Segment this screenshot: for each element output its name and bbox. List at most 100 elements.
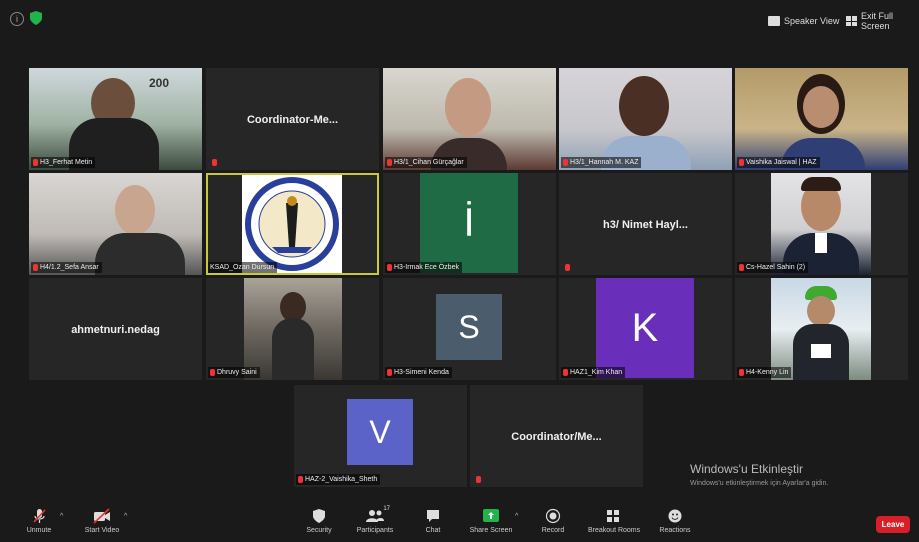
leave-button[interactable]: Leave xyxy=(876,516,910,533)
unmute-button[interactable]: Unmute xyxy=(14,508,64,534)
participants-label: Participants xyxy=(356,527,394,534)
muted-mic-icon xyxy=(739,369,744,376)
share-screen-button[interactable]: Share Screen xyxy=(466,508,516,534)
chat-button[interactable]: Chat xyxy=(408,508,458,534)
avatar-letter: S xyxy=(458,309,480,345)
breakout-rooms-label: Breakout Rooms xyxy=(588,527,641,534)
participant-display-name: h3/ Nimet Hayl... xyxy=(603,218,688,231)
top-bar: i Speaker View Exit Full Screen xyxy=(0,0,919,40)
participant-name: H3-Simeni Kenda xyxy=(394,369,449,376)
muted-mic-icon xyxy=(212,159,217,166)
participant-name: Vaishika Jaiswal | HAZ xyxy=(746,159,817,166)
video-off-icon xyxy=(93,508,110,524)
muted-mic-icon xyxy=(739,264,744,271)
participant-tile[interactable]: H3/1_Hannah M. KAZ xyxy=(559,68,732,170)
video-options-chevron-icon[interactable]: ^ xyxy=(124,513,127,520)
participant-tile[interactable]: h3/ Nimet Hayl... xyxy=(559,173,732,275)
muted-mic-icon xyxy=(739,159,744,166)
participant-name: H3/1_Hannah M. KAZ xyxy=(570,159,639,166)
participant-tile[interactable]: H4-Kenny Lin xyxy=(735,278,908,380)
info-icon[interactable]: i xyxy=(10,12,24,26)
participant-name-label: H3/1_Cihan Gürçağlar xyxy=(385,157,467,168)
windows-activation-subtitle: Windows'u etkinleştirmek için Ayarlar'a … xyxy=(690,480,829,487)
participant-display-name: Coordinator-Me... xyxy=(246,113,339,126)
participant-name-label: H4/1.2_Sefa Ansar xyxy=(31,262,102,273)
participant-avatar: İ xyxy=(420,173,518,273)
participants-icon xyxy=(366,510,384,522)
muted-mic-icon xyxy=(565,264,570,271)
participant-video xyxy=(559,68,732,170)
audio-options-chevron-icon[interactable]: ^ xyxy=(60,513,63,520)
participant-tile[interactable]: 200 H3_Ferhat Metin xyxy=(29,68,202,170)
participant-video xyxy=(242,175,342,273)
participant-display-name: Coordinator/Me... xyxy=(511,430,602,443)
participant-tile[interactable]: Vaishika Jaiswal | HAZ xyxy=(735,68,908,170)
shield-icon[interactable] xyxy=(30,11,42,25)
start-video-label: Start Video xyxy=(84,527,120,534)
security-label: Security xyxy=(306,527,332,534)
muted-mic-icon xyxy=(210,369,215,376)
participant-tile[interactable]: Coordinator-Me... xyxy=(206,68,379,170)
participant-name: HAZ-2_Vaishika_Sheth xyxy=(305,476,378,483)
participant-name-label: H3_Ferhat Metin xyxy=(31,157,96,168)
reactions-button[interactable]: Reactions xyxy=(650,508,700,534)
participant-tile[interactable]: H4/1.2_Sefa Ansar xyxy=(29,173,202,275)
participant-name-label: H4-Kenny Lin xyxy=(737,367,792,378)
participant-tile[interactable]: İ H3-Irmak Ece Özbek xyxy=(383,173,556,275)
participant-name-label: H3/1_Hannah M. KAZ xyxy=(561,157,642,168)
start-video-button[interactable]: Start Video xyxy=(77,508,127,534)
reactions-label: Reactions xyxy=(659,527,691,534)
participant-name: H4/1.2_Sefa Ansar xyxy=(40,264,99,271)
participant-display-name: ahmetnuri.nedag xyxy=(71,323,160,336)
muted-mic-icon xyxy=(33,264,38,271)
share-screen-label: Share Screen xyxy=(469,527,513,534)
participant-name-label: HAZ-2_Vaishika_Sheth xyxy=(296,474,381,485)
muted-mic-icon xyxy=(387,159,392,166)
participant-avatar: S xyxy=(436,294,502,360)
exit-full-screen-icon xyxy=(846,16,858,26)
participant-name: Dhruvy Saini xyxy=(217,369,257,376)
speaker-view-button[interactable]: Speaker View xyxy=(768,13,839,29)
chat-label: Chat xyxy=(425,527,441,534)
participant-name: Cs-Hazel Sahin (2) xyxy=(746,264,806,271)
participant-name-label: KSAD_Ozan Dursun xyxy=(208,262,278,273)
participant-avatar: K xyxy=(596,278,694,378)
participant-tile[interactable]: Dhruvy Saini xyxy=(206,278,379,380)
participant-tile-active-speaker[interactable]: KSAD_Ozan Dursun xyxy=(206,173,379,275)
participant-name: H3-Irmak Ece Özbek xyxy=(394,264,459,271)
participant-tile[interactable]: Coordinator/Me... xyxy=(470,385,643,487)
participant-video xyxy=(244,278,342,380)
muted-mic-icon xyxy=(298,476,303,483)
participant-name: HAZ1_Kim Khan xyxy=(570,369,623,376)
participants-button[interactable]: 17 Participants xyxy=(350,506,400,534)
participant-video xyxy=(735,68,908,170)
avatar-letter: K xyxy=(631,306,659,350)
share-options-chevron-icon[interactable]: ^ xyxy=(515,513,518,520)
participant-tile[interactable]: Cs-Hazel Sahin (2) xyxy=(735,173,908,275)
participant-name: KSAD_Ozan Dursun xyxy=(210,264,275,271)
participant-name: H3/1_Cihan Gürçağlar xyxy=(394,159,464,166)
participant-name-label: Cs-Hazel Sahin (2) xyxy=(737,262,809,273)
participant-name-label: HAZ1_Kim Khan xyxy=(561,367,626,378)
avatar-letter: V xyxy=(369,414,391,450)
windows-activation-title: Windows'u Etkinleştir xyxy=(690,462,803,476)
participant-name: H4-Kenny Lin xyxy=(746,369,789,376)
unmute-label: Unmute xyxy=(26,527,52,534)
exit-full-screen-button[interactable]: Exit Full Screen xyxy=(846,11,919,31)
security-button[interactable]: Security xyxy=(294,508,344,534)
speaker-view-icon xyxy=(768,16,780,26)
participant-tile[interactable]: ahmetnuri.nedag xyxy=(29,278,202,380)
avatar-letter: İ xyxy=(463,201,475,245)
participant-tile[interactable]: V HAZ-2_Vaishika_Sheth xyxy=(294,385,467,487)
reactions-smiley-icon xyxy=(668,509,682,523)
participant-avatar: V xyxy=(347,399,413,465)
participant-tile[interactable]: H3/1_Cihan Gürçağlar xyxy=(383,68,556,170)
participant-tile[interactable]: K HAZ1_Kim Khan xyxy=(559,278,732,380)
record-button[interactable]: Record xyxy=(528,508,578,534)
participant-name-label: Vaishika Jaiswal | HAZ xyxy=(737,157,820,168)
muted-mic-icon xyxy=(563,369,568,376)
participant-tile[interactable]: S H3-Simeni Kenda xyxy=(383,278,556,380)
breakout-rooms-button[interactable]: Breakout Rooms xyxy=(588,508,641,534)
muted-mic-icon xyxy=(387,369,392,376)
muted-mic-icon xyxy=(387,264,392,271)
